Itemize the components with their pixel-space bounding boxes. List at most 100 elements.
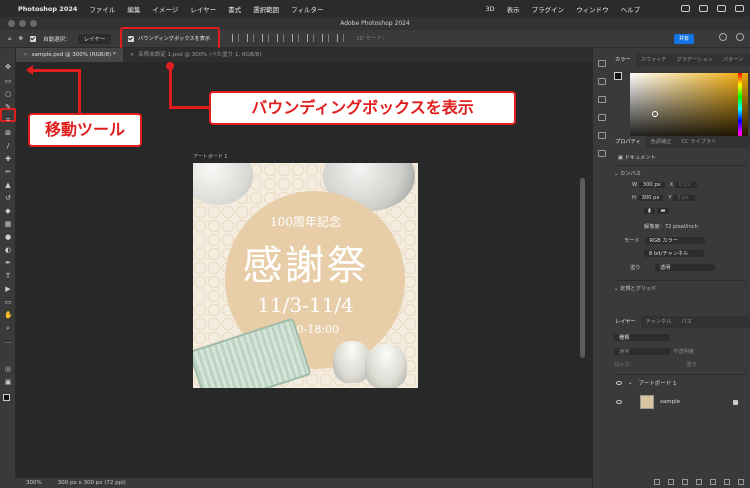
move-tool-preset-icon[interactable]: ✥ — [19, 36, 24, 42]
tab-sample[interactable]: × sample.psd @ 300% (RGB/8) * — [16, 48, 123, 62]
visibility-eye-icon[interactable] — [616, 381, 622, 385]
show-bbox-checkbox[interactable] — [128, 35, 134, 42]
menu-filter[interactable]: フィルター — [291, 4, 323, 14]
artboard[interactable]: 100周年記念 感謝祭 11/3-11/4 10:00-18:00 — [193, 163, 418, 388]
close-window-button[interactable] — [8, 20, 15, 27]
color-field[interactable] — [630, 73, 748, 145]
hue-slider[interactable] — [738, 73, 742, 145]
dodge-tool-icon[interactable]: ◐ — [4, 247, 12, 254]
character-panel-icon[interactable] — [598, 150, 606, 157]
distribute-icon[interactable] — [322, 34, 329, 42]
eraser-icon[interactable]: ◆ — [4, 208, 12, 215]
control-center-icon[interactable] — [735, 5, 744, 12]
show-bbox-option[interactable]: バウンディングボックスを表示 — [120, 27, 220, 50]
tab-layers[interactable]: レイヤー — [610, 316, 641, 328]
history-panel-icon[interactable] — [598, 60, 606, 67]
landscape-icon[interactable]: ▬ — [656, 208, 670, 214]
menu-edit[interactable]: 編集 — [127, 4, 140, 14]
layer-row-artboard[interactable]: ⌄ アートボード 1 — [610, 375, 750, 391]
bits-dropdown[interactable]: 8 bit/チャンネル — [644, 250, 704, 257]
hand-tool-icon[interactable]: ✋ — [4, 312, 13, 319]
artboard-label[interactable]: アートボード 1 — [193, 153, 227, 160]
path-select-icon[interactable]: ▶ — [4, 286, 12, 293]
minimize-window-button[interactable] — [19, 20, 26, 27]
fill-dropdown[interactable]: 透明 — [655, 264, 715, 271]
menu-layer[interactable]: レイヤー — [190, 4, 216, 14]
adjustments-panel-icon[interactable] — [598, 96, 606, 103]
portrait-icon[interactable]: ▮ — [644, 208, 655, 214]
tab-paths[interactable]: パス — [676, 316, 696, 328]
x-input[interactable]: 0 px — [674, 182, 697, 188]
layer-kind-dropdown[interactable]: 種類 — [614, 334, 670, 341]
lasso-tool-icon[interactable]: ○ — [4, 91, 12, 98]
align-middle-icon[interactable] — [292, 34, 299, 42]
paragraph-panel-icon[interactable] — [598, 132, 606, 139]
link-layers-icon[interactable] — [654, 479, 660, 485]
align-right-icon[interactable] — [262, 34, 269, 42]
history-brush-icon[interactable]: ↺ — [4, 195, 12, 202]
close-tab-icon[interactable]: × — [130, 52, 135, 58]
search-icon[interactable] — [717, 5, 726, 12]
share-button[interactable]: 共有 — [674, 34, 694, 44]
zoom-level[interactable]: 300% — [26, 480, 42, 486]
visibility-eye-icon[interactable] — [616, 400, 622, 404]
zoom-window-button[interactable] — [30, 20, 37, 27]
workspace-icon[interactable] — [736, 33, 744, 41]
auto-select-checkbox[interactable] — [30, 35, 37, 42]
tab-channels[interactable]: チャンネル — [641, 316, 677, 328]
brush-tool-icon[interactable]: ✏ — [4, 169, 12, 176]
disclosure-chevron-icon[interactable]: ⌄ — [628, 380, 633, 386]
menu-image[interactable]: イメージ — [152, 4, 178, 14]
color-picker-cursor[interactable] — [652, 111, 658, 117]
menu-view[interactable]: 表示 — [507, 4, 520, 14]
tab-swatches[interactable]: スウォッチ — [636, 54, 672, 66]
tab-color[interactable]: カラー — [610, 54, 636, 66]
delete-layer-icon[interactable] — [738, 479, 744, 485]
mode-dropdown[interactable]: RGB カラー — [644, 237, 705, 244]
width-input[interactable]: 300 px — [638, 182, 665, 188]
tab-untitled[interactable]: × 名称未設定 1.psd @ 300% (べた塗り 1, RGB/8) — [123, 48, 269, 62]
height-input[interactable]: 300 px — [637, 195, 664, 201]
menu-help[interactable]: ヘルプ — [621, 4, 641, 14]
menu-3d[interactable]: 3D — [485, 5, 494, 13]
shape-tool-icon[interactable]: ▭ — [4, 299, 12, 306]
home-icon[interactable]: ⌂ — [8, 36, 12, 42]
more-tools-icon[interactable]: … — [4, 338, 12, 345]
vertical-scrollbar[interactable] — [580, 178, 585, 358]
eyedropper-icon[interactable]: / — [4, 143, 12, 150]
gradient-tool-icon[interactable]: ▦ — [4, 221, 12, 228]
tab-gradients[interactable]: グラデーション — [672, 54, 718, 66]
screen-mode-icon[interactable]: ▣ — [4, 379, 12, 386]
zoom-tool-icon[interactable]: ⌕ — [4, 325, 12, 332]
new-group-icon[interactable] — [710, 479, 716, 485]
quick-mask-icon[interactable]: ◎ — [4, 366, 12, 373]
foreground-color[interactable] — [3, 394, 10, 401]
menu-type[interactable]: 書式 — [228, 4, 241, 14]
align-bottom-icon[interactable] — [307, 34, 314, 42]
pen-tool-icon[interactable]: ✒ — [4, 260, 12, 267]
quick-select-icon[interactable]: ✎ — [4, 104, 12, 111]
more-options-icon[interactable] — [337, 34, 344, 42]
align-left-icon[interactable] — [232, 34, 239, 42]
menu-window[interactable]: ウィンドウ — [576, 4, 609, 14]
frame-tool-icon[interactable]: ⊠ — [4, 130, 12, 137]
tab-cc-libraries[interactable]: CC ライブラリ — [676, 136, 721, 148]
healing-brush-icon[interactable]: ✚ — [4, 156, 12, 163]
layer-row-sample[interactable]: sample — [610, 391, 750, 413]
auto-select-dropdown[interactable]: レイヤー — [77, 33, 112, 44]
search-icon[interactable] — [719, 33, 727, 41]
foreground-swatch[interactable] — [614, 72, 622, 80]
menu-app-name[interactable]: Photoshop 2024 — [18, 5, 77, 13]
glyphs-panel-icon[interactable] — [598, 114, 606, 121]
menu-select[interactable]: 選択範囲 — [253, 4, 279, 14]
artboard-tool-icon[interactable]: ▭ — [4, 78, 12, 85]
close-tab-icon[interactable]: × — [23, 52, 28, 58]
fx-icon[interactable] — [668, 479, 674, 485]
align-center-icon[interactable] — [247, 34, 254, 42]
tab-patterns[interactable]: パターン — [718, 54, 749, 66]
blur-tool-icon[interactable]: ● — [4, 234, 12, 241]
document-size[interactable]: 300 px x 300 px (72 ppi) — [58, 480, 126, 486]
crop-tool-icon[interactable]: ⌗ — [4, 117, 12, 124]
move-tool-icon[interactable]: ✥ — [4, 64, 12, 71]
actions-panel-icon[interactable] — [598, 78, 606, 85]
